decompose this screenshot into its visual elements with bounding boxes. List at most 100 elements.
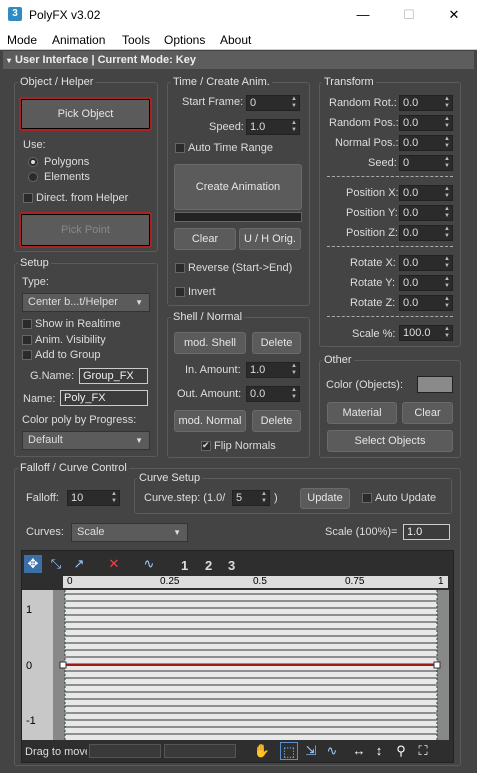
spinner-arrows-icon[interactable]: ▲ ▼ (291, 96, 297, 110)
spinner-arrows-icon[interactable]: ▲ ▼ (261, 491, 267, 505)
delete-shell-button[interactable]: Delete (252, 332, 301, 354)
spinner-arrows-icon[interactable]: ▲ ▼ (444, 96, 450, 110)
select-objects-button[interactable]: Select Objects (327, 430, 453, 452)
show-realtime-checkbox[interactable] (22, 319, 32, 329)
clear-animation-button[interactable]: Clear (174, 228, 236, 250)
random-rot-spinner[interactable]: 0.0 ▲ ▼ (399, 95, 453, 111)
create-animation-button[interactable]: Create Animation (174, 164, 302, 210)
spinner-arrows-icon[interactable]: ▲ ▼ (444, 296, 450, 310)
pick-object-button[interactable]: Pick Object (19, 97, 152, 131)
color-swatch[interactable] (417, 376, 453, 393)
in-amount-label: In. Amount: (185, 364, 241, 376)
minimize-button[interactable]: — (340, 0, 386, 30)
polygons-radio[interactable] (28, 157, 38, 167)
menu-tools[interactable]: Tools (122, 33, 150, 47)
curve-3-button[interactable]: 3 (228, 558, 235, 573)
gname-input[interactable]: Group_FX (79, 368, 148, 384)
update-button[interactable]: Update (300, 488, 350, 509)
menu-mode[interactable]: Mode (7, 33, 37, 47)
seed-spinner[interactable]: 0 ▲ ▼ (399, 155, 453, 171)
color-progress-dropdown[interactable]: Default ▼ (22, 431, 150, 450)
zoom-extents-icon[interactable]: ⛶ (414, 742, 432, 760)
curve-graph[interactable] (53, 590, 449, 740)
out-amount-spinner[interactable]: 0.0 ▲ ▼ (246, 386, 300, 402)
position-x-spinner[interactable]: 0.0 ▲ ▼ (399, 185, 453, 201)
scale-horizontal-icon[interactable]: ↔ (350, 742, 368, 760)
spinner-arrows-icon[interactable]: ▲ ▼ (291, 387, 297, 401)
rotate-z-spinner[interactable]: 0.0 ▲ ▼ (399, 295, 453, 311)
curve-start-handle[interactable] (59, 661, 67, 669)
spinner-arrows-icon[interactable]: ▲ ▼ (444, 326, 450, 340)
pick-point-button[interactable]: Pick Point (19, 212, 152, 248)
delete-normal-button[interactable]: Delete (252, 410, 301, 432)
reset-curve-icon[interactable]: ∿ (140, 555, 158, 573)
mod-normal-button[interactable]: mod. Normal (174, 410, 246, 432)
rotate-y-spinner[interactable]: 0.0 ▲ ▼ (399, 275, 453, 291)
window-title: PolyFX v3.02 (29, 8, 101, 22)
curves-dropdown[interactable]: Scale ▼ (71, 523, 188, 542)
invert-checkbox[interactable] (175, 287, 185, 297)
spinner-arrows-icon[interactable]: ▲ ▼ (111, 491, 117, 505)
spinner-arrows-icon[interactable]: ▲ ▼ (291, 363, 297, 377)
mod-shell-button[interactable]: mod. Shell (174, 332, 246, 354)
direct-from-helper-checkbox[interactable] (23, 193, 33, 203)
random-pos-spinner[interactable]: 0.0 ▲ ▼ (399, 115, 453, 131)
scale-point-icon[interactable]: ⤡ (47, 555, 65, 573)
add-to-group-checkbox[interactable] (22, 350, 32, 360)
anim-visibility-checkbox[interactable] (22, 335, 32, 345)
direct-from-helper-label: Direct. from Helper (36, 192, 129, 204)
menu-about[interactable]: About (220, 33, 251, 47)
scale-vertical-icon[interactable]: ↕ (370, 742, 388, 760)
seed-label: Seed: (368, 157, 397, 169)
clear-other-button[interactable]: Clear (402, 402, 453, 424)
in-amount-spinner[interactable]: 1.0 ▲ ▼ (246, 362, 300, 378)
color-progress-value: Default (28, 434, 63, 446)
zoom-horizontal-icon[interactable]: ⇲ (302, 742, 320, 760)
curve-end-handle[interactable] (433, 661, 441, 669)
uh-orig-button[interactable]: U / H Orig. (239, 228, 301, 250)
rollout-header[interactable]: ▾ User Interface | Current Mode: Key (3, 51, 474, 69)
spinner-arrows-icon[interactable]: ▲ ▼ (444, 206, 450, 220)
random-rot-label: Random Rot.: (329, 97, 397, 109)
material-button[interactable]: Material (327, 402, 397, 424)
move-icon[interactable]: ✥ (24, 555, 42, 573)
menu-animation[interactable]: Animation (52, 33, 105, 47)
zoom-region-icon[interactable]: ⬚ (280, 742, 298, 760)
curve-2-button[interactable]: 2 (205, 558, 212, 573)
spinner-arrows-icon[interactable]: ▲ ▼ (444, 116, 450, 130)
curve-step-spinner[interactable]: 5 ▲ ▼ (232, 490, 270, 506)
auto-time-range-checkbox[interactable] (175, 143, 185, 153)
fit-curve-icon[interactable]: ∿ (323, 742, 341, 760)
auto-update-checkbox[interactable] (362, 493, 372, 503)
delete-point-icon[interactable]: ✕ (105, 555, 123, 573)
spinner-arrows-icon[interactable]: ▲ ▼ (444, 256, 450, 270)
position-z-spinner[interactable]: 0.0 ▲ ▼ (399, 225, 453, 241)
spinner-arrows-icon[interactable]: ▲ ▼ (444, 186, 450, 200)
scale-100-input[interactable]: 1.0 (403, 524, 450, 540)
rotate-x-spinner[interactable]: 0.0 ▲ ▼ (399, 255, 453, 271)
insert-point-icon[interactable]: ↗ (70, 555, 88, 573)
menu-options[interactable]: Options (164, 33, 205, 47)
curve-1-button[interactable]: 1 (181, 558, 188, 573)
falloff-spinner[interactable]: 10 ▲ ▼ (67, 490, 120, 506)
maximize-button[interactable]: ☐ (386, 0, 432, 30)
speed-spinner[interactable]: 1.0 ▲ ▼ (246, 119, 300, 135)
spinner-arrows-icon[interactable]: ▲ ▼ (444, 226, 450, 240)
elements-radio[interactable] (28, 172, 38, 182)
close-button[interactable]: ✕ (431, 0, 477, 30)
start-frame-spinner[interactable]: 0 ▲ ▼ (246, 95, 300, 111)
reverse-checkbox[interactable] (175, 263, 185, 273)
position-z-value: 0.0 (403, 227, 419, 239)
spinner-arrows-icon[interactable]: ▲ ▼ (444, 136, 450, 150)
pan-hand-icon[interactable]: ✋ (253, 742, 271, 760)
spinner-arrows-icon[interactable]: ▲ ▼ (444, 276, 450, 290)
spinner-arrows-icon[interactable]: ▲ ▼ (444, 156, 450, 170)
position-y-spinner[interactable]: 0.0 ▲ ▼ (399, 205, 453, 221)
name-input[interactable]: Poly_FX (60, 390, 148, 406)
zoom-icon[interactable]: ⚲ (392, 742, 410, 760)
normal-pos-spinner[interactable]: 0.0 ▲ ▼ (399, 135, 453, 151)
spinner-arrows-icon[interactable]: ▲ ▼ (291, 120, 297, 134)
scale-pct-spinner[interactable]: 100.0 ▲ ▼ (399, 325, 453, 341)
flip-normals-checkbox[interactable] (201, 441, 211, 451)
type-dropdown[interactable]: Center b...t/Helper ▼ (22, 293, 150, 312)
